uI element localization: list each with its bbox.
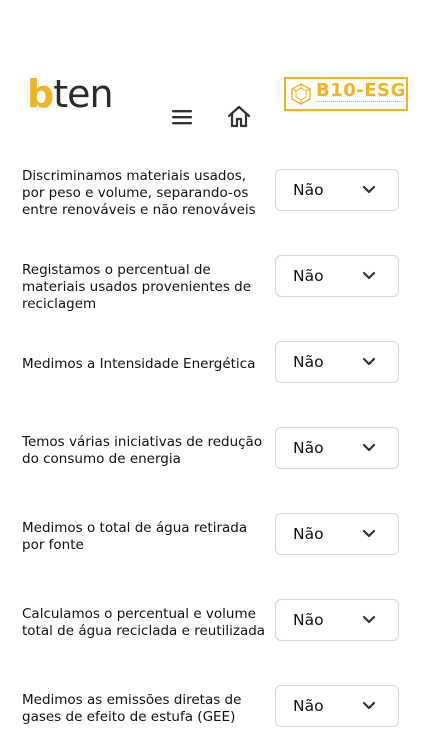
question-row: Medimos as emissões diretas de gases de … [0, 664, 422, 750]
question-row: Medimos o total de água retirada por fon… [0, 492, 422, 578]
home-button[interactable] [226, 104, 252, 130]
chevron-down-icon [362, 443, 376, 452]
answer-value: Não [293, 181, 324, 199]
chevron-down-icon [362, 271, 376, 280]
chevron-down-icon [362, 185, 376, 194]
question-row: Temos várias iniciativas de redução do c… [0, 406, 422, 492]
chevron-down-icon [362, 529, 376, 538]
question-label: Calculamos o percentual e volume total d… [22, 606, 266, 639]
app-header: bten B10-ESG [0, 0, 422, 150]
home-icon [227, 105, 251, 128]
answer-value: Não [293, 439, 324, 457]
question-row: Calculamos o percentual e volume total d… [0, 578, 422, 664]
question-row: Registamos o percentual de materiais usa… [0, 234, 422, 320]
menu-icon [172, 110, 192, 125]
question-label: Registamos o percentual de materiais usa… [22, 262, 252, 312]
question-label: Temos várias iniciativas de redução do c… [22, 434, 263, 467]
question-label: Medimos as emissões diretas de gases de … [22, 692, 242, 725]
menu-button[interactable] [170, 106, 194, 128]
bten-logo: bten [27, 72, 114, 116]
answer-value: Não [293, 267, 324, 285]
question-row: Discriminamos materiais usados, por peso… [0, 148, 422, 234]
answer-select[interactable]: Não [275, 685, 399, 727]
answer-select[interactable]: Não [275, 341, 399, 383]
chevron-down-icon [362, 615, 376, 624]
answer-select[interactable]: Não [275, 169, 399, 211]
answer-select[interactable]: Não [275, 427, 399, 469]
question-label: Medimos o total de água retirada por fon… [22, 520, 248, 553]
answer-value: Não [293, 697, 324, 715]
answer-select[interactable]: Não [275, 513, 399, 555]
answer-select[interactable]: Não [275, 255, 399, 297]
answer-value: Não [293, 525, 324, 543]
answer-select[interactable]: Não [275, 599, 399, 641]
cube-logo-icon [291, 83, 311, 105]
question-label: Medimos a Intensidade Energética [22, 356, 256, 372]
answer-value: Não [293, 353, 324, 371]
question-row: Medimos a Intensidade Energética Não [0, 320, 422, 406]
answer-value: Não [293, 611, 324, 629]
logo-tagline-decoration [316, 101, 404, 104]
b10-esg-logo: B10-ESG [284, 77, 408, 111]
question-label: Discriminamos materiais usados, por peso… [22, 168, 256, 218]
chevron-down-icon [362, 357, 376, 366]
chevron-down-icon [362, 701, 376, 710]
